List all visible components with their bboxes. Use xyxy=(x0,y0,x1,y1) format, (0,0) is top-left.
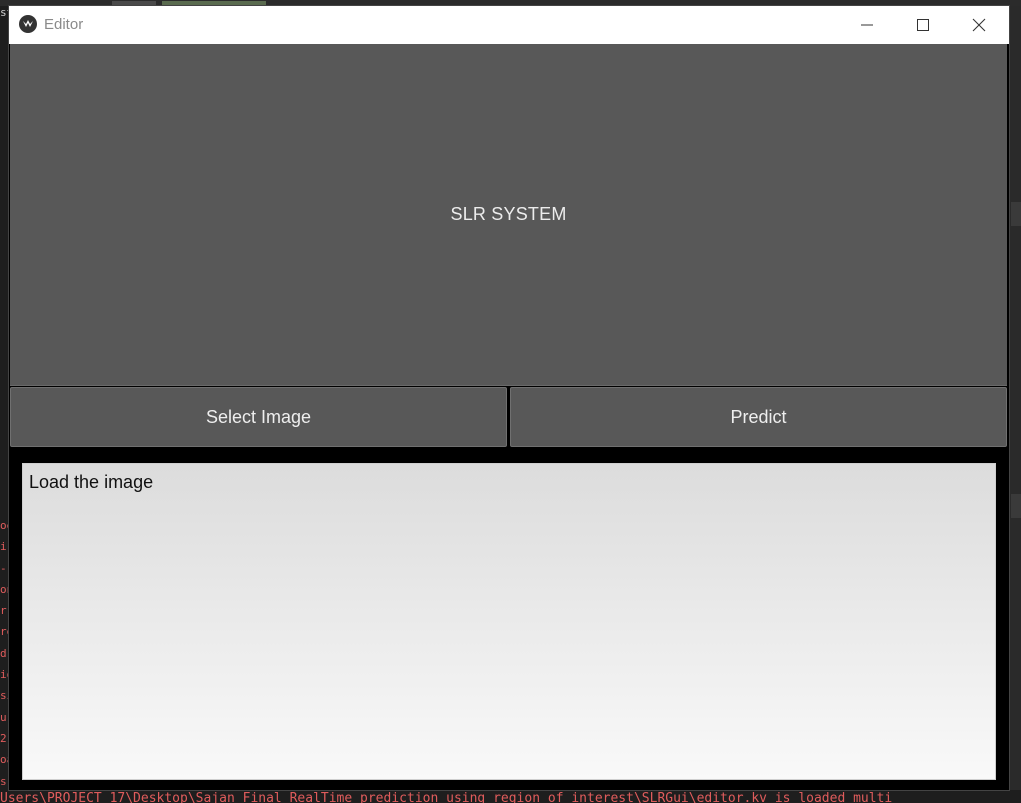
select-image-button[interactable]: Select Image xyxy=(10,387,507,447)
background-console-top-fragment: st xyxy=(0,6,9,19)
system-title-label: SLR SYSTEM xyxy=(450,204,567,224)
output-text: Load the image xyxy=(29,472,154,492)
background-console-bottom-line: Users\PROJECT 17\Desktop\Sajan Final Rea… xyxy=(0,790,1021,803)
background-scroll-strip xyxy=(1009,6,1021,790)
maximize-icon xyxy=(917,19,929,31)
close-icon xyxy=(972,18,986,32)
window-title: Editor xyxy=(44,16,84,33)
minimize-button[interactable] xyxy=(844,6,890,44)
title-bar[interactable]: Editor xyxy=(9,6,1009,44)
header-panel: SLR SYSTEM xyxy=(10,44,1007,386)
background-console-left: oe i: - on r re d io si ur 2 oa s xyxy=(0,519,9,788)
kivy-logo-icon xyxy=(23,20,33,27)
maximize-button[interactable] xyxy=(900,6,946,44)
output-text-area[interactable]: Load the image xyxy=(22,463,996,780)
close-button[interactable] xyxy=(956,6,1002,44)
minimize-icon xyxy=(861,24,873,26)
kivy-app-icon xyxy=(19,15,37,33)
predict-button[interactable]: Predict xyxy=(510,387,1007,447)
editor-window: Editor SLR SYSTEM Select Image Predict L… xyxy=(9,6,1009,790)
